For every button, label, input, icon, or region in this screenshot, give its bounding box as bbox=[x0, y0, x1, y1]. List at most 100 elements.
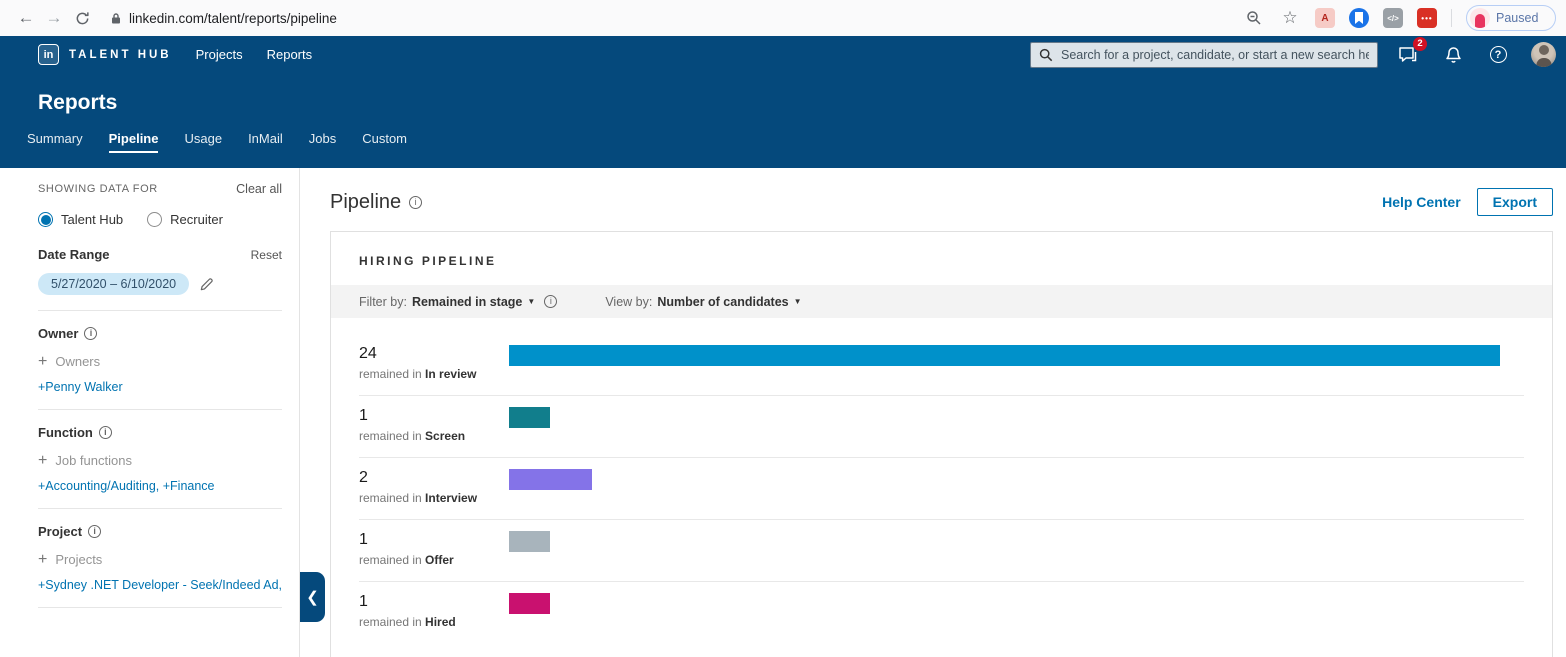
filters-sidebar: SHOWING DATA FOR Clear all Talent Hub Re… bbox=[0, 168, 300, 657]
talent-hub-header: in TALENT HUB Projects Reports 2 ? Repor… bbox=[0, 36, 1566, 168]
browser-profile-chip[interactable]: Paused bbox=[1466, 5, 1556, 31]
card-title: HIRING PIPELINE bbox=[331, 232, 1552, 285]
sidebar-collapse-button[interactable]: ❮ bbox=[300, 572, 325, 622]
messages-icon[interactable]: 2 bbox=[1396, 43, 1420, 67]
reset-button[interactable]: Reset bbox=[251, 248, 282, 262]
toolbar-divider bbox=[1451, 9, 1452, 27]
sidebar-divider bbox=[38, 310, 282, 311]
function-info-icon[interactable] bbox=[99, 426, 112, 439]
bar-label-stage: Hired bbox=[425, 615, 456, 629]
plus-icon: + bbox=[38, 355, 47, 368]
bar-value: 1 bbox=[359, 406, 509, 426]
owner-filter-link[interactable]: +Penny Walker bbox=[38, 380, 282, 394]
bar-value: 2 bbox=[359, 468, 509, 488]
brand-name: TALENT HUB bbox=[69, 49, 172, 61]
tab-usage[interactable]: Usage bbox=[184, 131, 222, 153]
tab-inmail[interactable]: InMail bbox=[248, 131, 283, 153]
sidebar-divider bbox=[38, 409, 282, 410]
extension-acrobat-icon[interactable]: A bbox=[1315, 8, 1335, 28]
notifications-bell-icon[interactable] bbox=[1441, 43, 1465, 67]
sidebar-divider bbox=[38, 508, 282, 509]
plus-icon: + bbox=[38, 553, 47, 566]
bookmark-star-icon[interactable]: ☆ bbox=[1279, 7, 1301, 29]
bar-value: 1 bbox=[359, 530, 509, 550]
extension-code-icon[interactable]: </> bbox=[1383, 8, 1403, 28]
chart-row: 24 remained in In review bbox=[359, 344, 1524, 396]
add-projects-button[interactable]: +Projects bbox=[38, 552, 282, 567]
pipeline-chart: 24 remained in In review 1 remained in S… bbox=[331, 318, 1552, 643]
chart-filter-bar: Filter by: Remained in stage ▼ View by: … bbox=[331, 285, 1552, 318]
linkedin-logo-icon[interactable]: in bbox=[38, 44, 59, 65]
radio-recruiter[interactable]: Recruiter bbox=[147, 212, 223, 227]
date-range-label: Date Range bbox=[38, 247, 110, 262]
project-info-icon[interactable] bbox=[88, 525, 101, 538]
date-range-pill[interactable]: 5/27/2020 – 6/10/2020 bbox=[38, 273, 189, 295]
browser-toolbar: ← → linkedin.com/talent/reports/pipeline… bbox=[0, 0, 1566, 36]
bar-label-prefix: remained in bbox=[359, 429, 425, 443]
chart-row: 1 remained in Screen bbox=[359, 396, 1524, 458]
tab-custom[interactable]: Custom bbox=[362, 131, 407, 153]
caret-down-icon: ▼ bbox=[794, 297, 802, 306]
back-icon[interactable]: ← bbox=[12, 4, 40, 32]
hiring-pipeline-card: HIRING PIPELINE Filter by: Remained in s… bbox=[330, 231, 1553, 657]
bar[interactable] bbox=[509, 345, 1500, 366]
extension-more-icon[interactable]: ••• bbox=[1417, 8, 1437, 28]
search-input[interactable] bbox=[1061, 48, 1369, 62]
bar-label-prefix: remained in bbox=[359, 615, 425, 629]
owner-info-icon[interactable] bbox=[84, 327, 97, 340]
reports-page-title: Reports bbox=[0, 91, 1566, 115]
nav-item-reports[interactable]: Reports bbox=[267, 47, 313, 62]
bar-label-prefix: remained in bbox=[359, 491, 425, 505]
tab-jobs[interactable]: Jobs bbox=[309, 131, 336, 153]
report-main: Pipeline Help Center Export HIRING PIPEL… bbox=[300, 168, 1566, 657]
bar[interactable] bbox=[509, 469, 592, 490]
filter-by-dropdown[interactable]: Remained in stage ▼ bbox=[412, 295, 535, 309]
tab-pipeline[interactable]: Pipeline bbox=[109, 131, 159, 153]
radio-unselected-icon bbox=[147, 212, 162, 227]
bar-label-stage: In review bbox=[425, 367, 476, 381]
global-search[interactable] bbox=[1030, 42, 1378, 68]
caret-down-icon: ▼ bbox=[527, 297, 535, 306]
radio-talent-hub[interactable]: Talent Hub bbox=[38, 212, 123, 227]
help-center-link[interactable]: Help Center bbox=[1382, 194, 1461, 210]
view-by-dropdown[interactable]: Number of candidates ▼ bbox=[657, 295, 801, 309]
user-avatar[interactable] bbox=[1531, 42, 1556, 67]
messages-badge: 2 bbox=[1413, 37, 1427, 51]
help-icon[interactable]: ? bbox=[1486, 43, 1510, 67]
bar[interactable] bbox=[509, 531, 550, 552]
forward-icon[interactable]: → bbox=[40, 4, 68, 32]
search-icon bbox=[1039, 48, 1053, 62]
zoom-icon[interactable] bbox=[1243, 7, 1265, 29]
bar[interactable] bbox=[509, 593, 550, 614]
report-tabs: Summary Pipeline Usage InMail Jobs Custom bbox=[0, 131, 1566, 153]
plus-icon: + bbox=[38, 454, 47, 467]
project-label: Project bbox=[38, 524, 82, 539]
chevron-left-icon: ❮ bbox=[306, 588, 319, 606]
chart-row: 1 remained in Offer bbox=[359, 520, 1524, 582]
radio-selected-icon bbox=[38, 212, 53, 227]
nav-item-projects[interactable]: Projects bbox=[196, 47, 243, 62]
clear-all-button[interactable]: Clear all bbox=[236, 182, 282, 196]
lock-icon bbox=[110, 12, 122, 25]
url-text[interactable]: linkedin.com/talent/reports/pipeline bbox=[129, 11, 337, 26]
pipeline-title: Pipeline bbox=[330, 191, 401, 214]
bar-label-stage: Interview bbox=[425, 491, 477, 505]
extension-bookmark-icon[interactable] bbox=[1349, 8, 1369, 28]
export-button[interactable]: Export bbox=[1477, 188, 1553, 216]
bar-label-stage: Screen bbox=[425, 429, 465, 443]
filter-info-icon[interactable] bbox=[544, 295, 557, 308]
bar-value: 1 bbox=[359, 592, 509, 612]
browser-profile-name: Paused bbox=[1496, 11, 1538, 25]
bar-label-prefix: remained in bbox=[359, 553, 425, 567]
project-filter-link[interactable]: +Sydney .NET Developer - Seek/Indeed Ad, bbox=[38, 578, 282, 592]
function-filter-link[interactable]: +Accounting/Auditing, +Finance bbox=[38, 479, 282, 493]
pipeline-info-icon[interactable] bbox=[409, 196, 422, 209]
bar-label-stage: Offer bbox=[425, 553, 454, 567]
tab-summary[interactable]: Summary bbox=[27, 131, 83, 153]
chart-row: 1 remained in Hired bbox=[359, 582, 1524, 643]
edit-pencil-icon[interactable] bbox=[199, 277, 214, 292]
bar[interactable] bbox=[509, 407, 550, 428]
add-owners-button[interactable]: +Owners bbox=[38, 354, 282, 369]
reload-icon[interactable] bbox=[68, 4, 96, 32]
add-job-functions-button[interactable]: +Job functions bbox=[38, 453, 282, 468]
